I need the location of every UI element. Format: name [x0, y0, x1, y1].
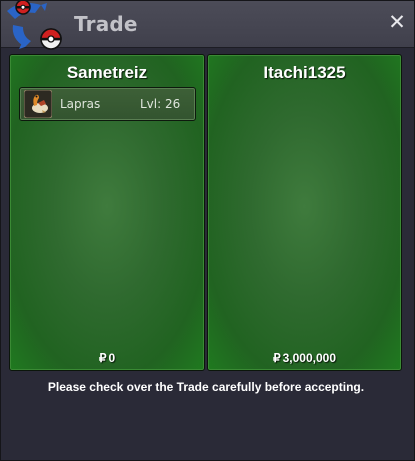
trader-name: Sametreiz — [66, 63, 148, 82]
pokedollar-icon: ₽ — [98, 351, 107, 365]
close-button[interactable]: ✕ — [388, 12, 406, 33]
money-amount: 0 — [108, 351, 116, 365]
trader-name: Itachi1325 — [263, 63, 346, 82]
partner-money-offer: ₽3,000,000 — [208, 351, 401, 365]
item-level: Lvl: 26 — [140, 97, 181, 111]
my-money-offer: ₽0 — [10, 351, 204, 365]
window-title: Trade — [74, 12, 138, 36]
trade-notice: Please check over the Trade carefully be… — [47, 380, 365, 394]
my-offer-panel: Sametreiz Lapras Lvl: 26 ₽0 — [9, 54, 205, 371]
money-amount: 3,000,000 — [282, 351, 337, 365]
pokeball-logo-icon — [7, 1, 62, 50]
item-name: Lapras — [60, 97, 101, 111]
titlebar[interactable]: Trade ✕ — [1, 1, 414, 50]
trade-window: Trade ✕ Sametreiz Lapras Lvl: 26 ₽0 Itac… — [0, 0, 415, 461]
lapras-icon — [24, 90, 52, 118]
partner-offer-panel: Itachi1325 ₽3,000,000 — [207, 54, 402, 371]
pokedollar-icon: ₽ — [272, 351, 281, 365]
offer-item-lapras[interactable]: Lapras Lvl: 26 — [19, 87, 196, 121]
